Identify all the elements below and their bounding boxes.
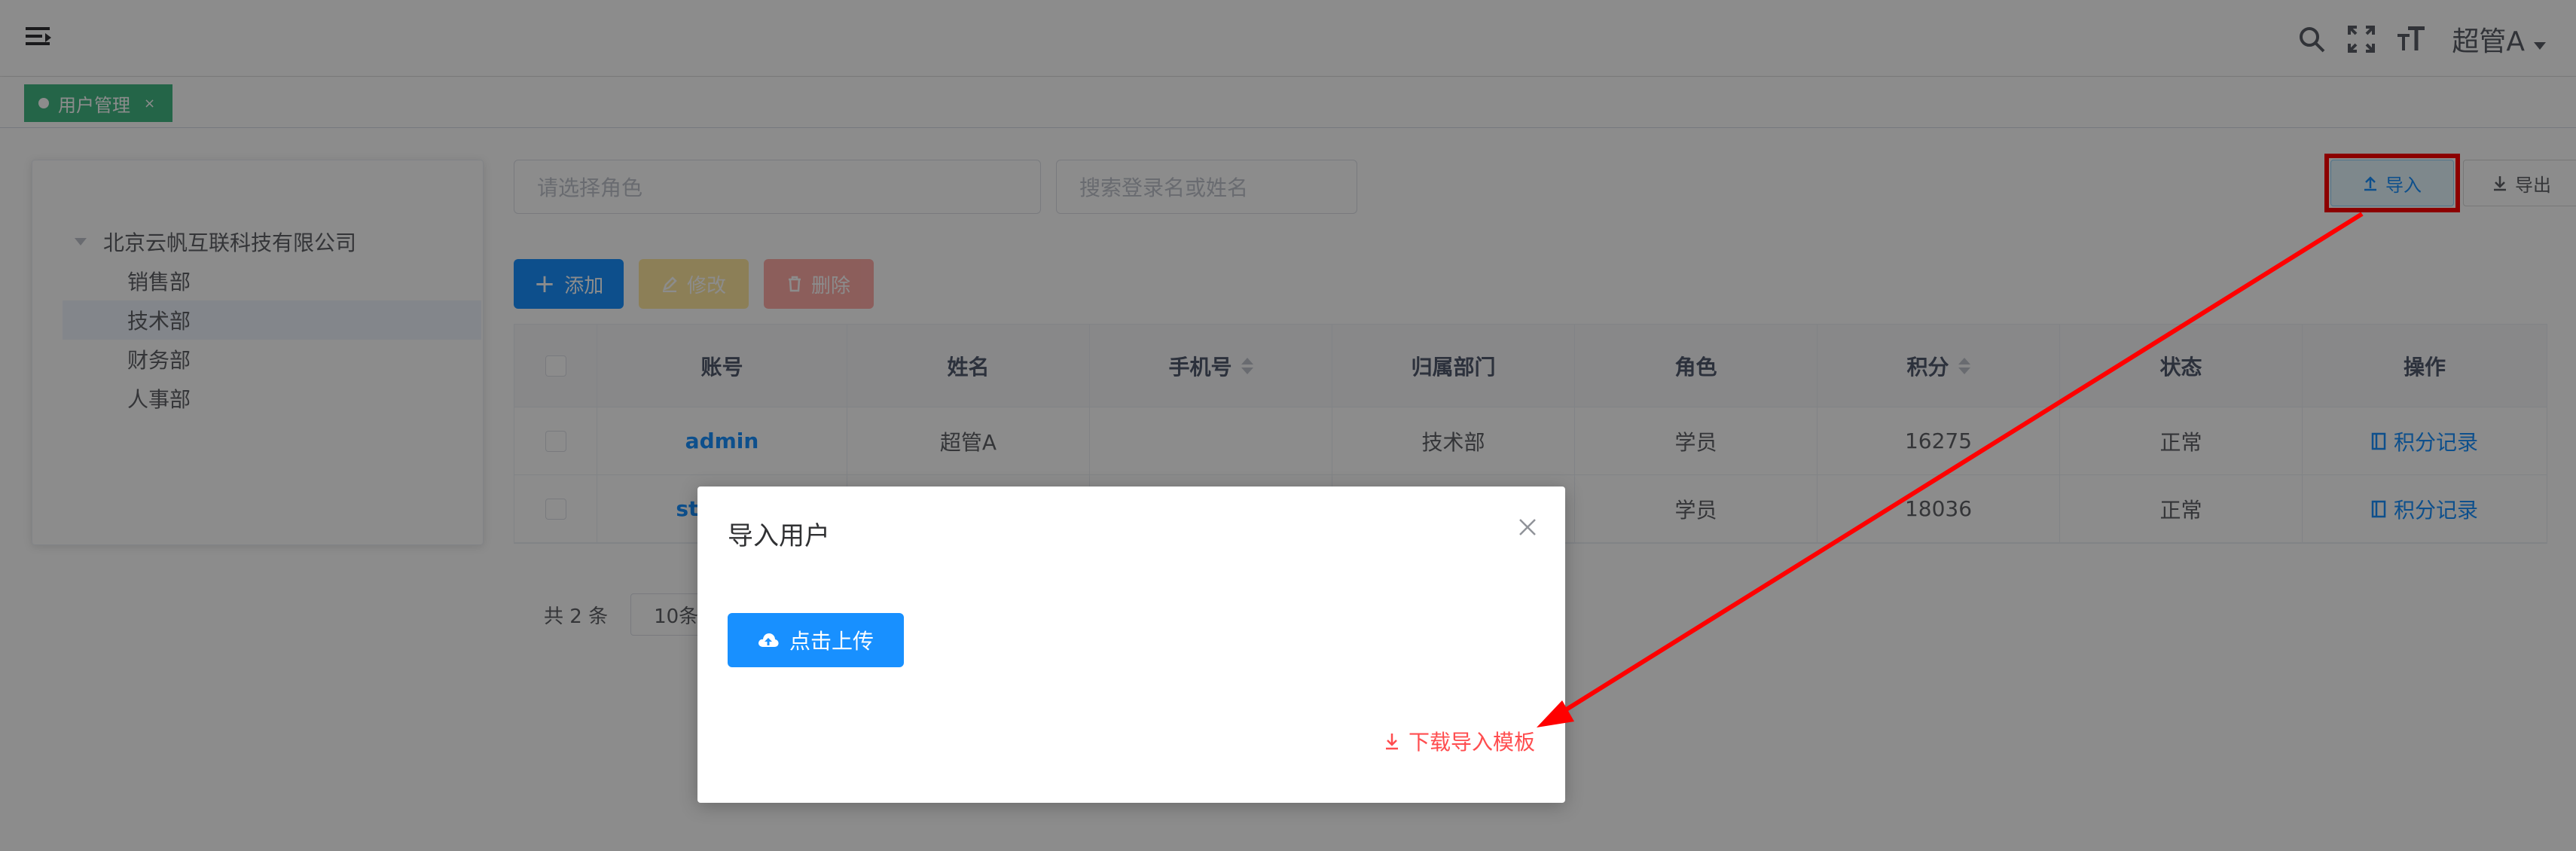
upload-button[interactable]: 点击上传 — [728, 613, 904, 667]
download-template-label: 下载导入模板 — [1408, 730, 1535, 755]
dialog-title: 导入用户 — [728, 521, 830, 551]
cloud-upload-icon — [758, 633, 779, 647]
download-icon — [1385, 734, 1398, 750]
download-template-link[interactable]: 下载导入模板 — [1384, 726, 1535, 756]
close-icon[interactable] — [1517, 517, 1538, 538]
upload-label: 点击上传 — [789, 629, 874, 654]
import-user-dialog: 导入用户 点击上传 下载导入模板 — [697, 487, 1565, 803]
app-root: 超管A 用户管理 × 北京云帆互联科技有限公司 销售部 技术部 财务部 人事部 … — [0, 0, 2576, 851]
